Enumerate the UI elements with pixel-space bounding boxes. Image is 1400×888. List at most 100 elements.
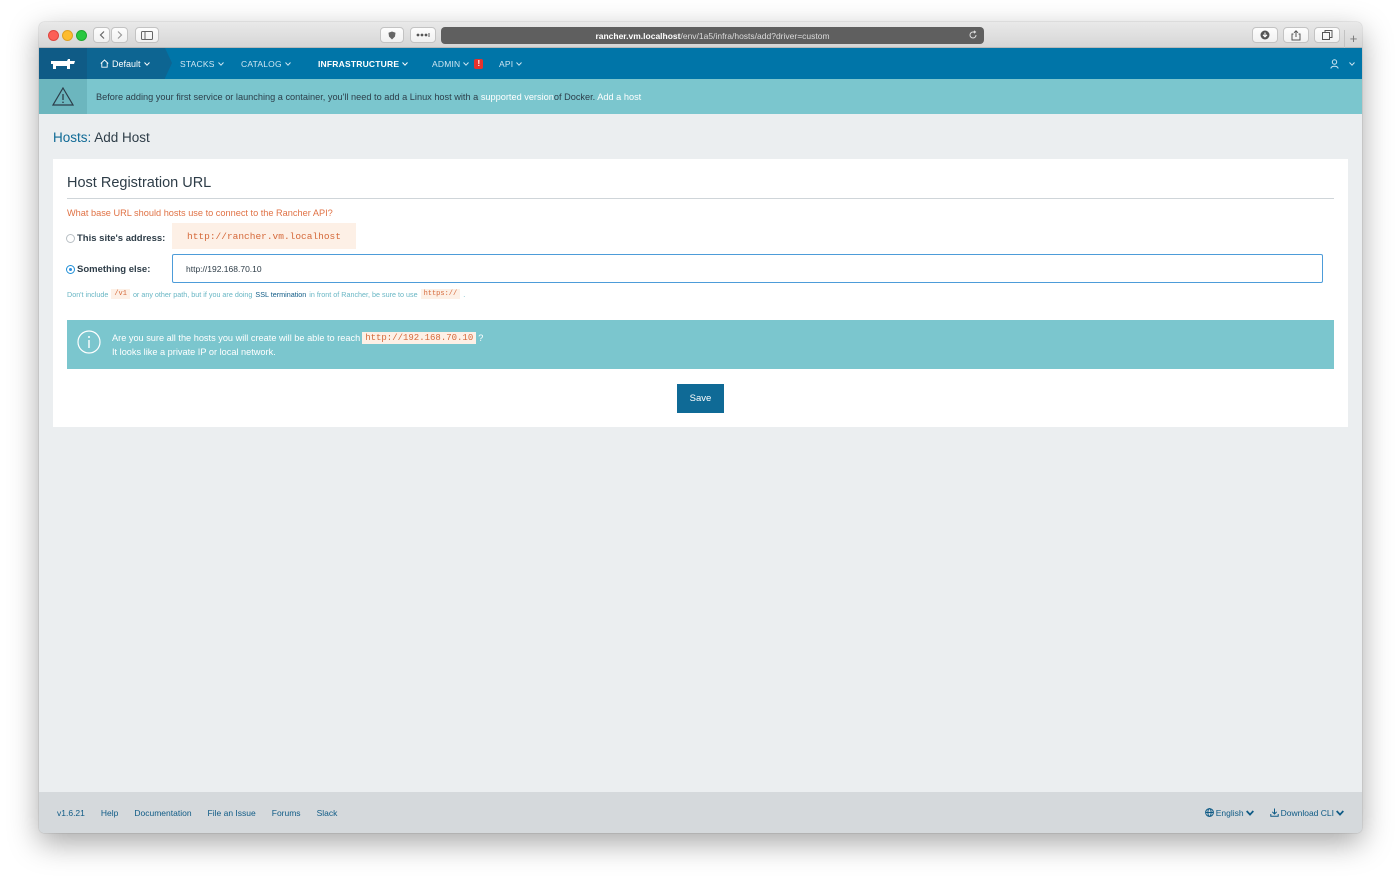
browser-window: rancher.vm.localhost/env/1a5/infra/hosts… (39, 22, 1362, 833)
something-else-option[interactable]: Something else: (66, 264, 150, 275)
site-address-value: http://rancher.vm.localhost (172, 223, 356, 249)
footer-links: v1.6.21 Help Documentation File an Issue… (57, 808, 337, 818)
info-icon (77, 330, 101, 354)
nav-api-label: API (499, 58, 514, 69)
chevron-down-icon (516, 61, 523, 66)
something-else-radio[interactable] (66, 265, 75, 274)
footer-link-help[interactable]: Help (101, 808, 118, 818)
help-code-https: https:// (420, 289, 461, 299)
chevron-down-icon (1336, 809, 1344, 816)
help-text-after: in front of Rancher, be sure to use (309, 289, 418, 299)
page-title-prefix[interactable]: Hosts: (53, 130, 91, 145)
extensions-button[interactable] (410, 27, 436, 43)
rancher-cow-icon (51, 58, 75, 69)
chevron-down-icon (1349, 61, 1355, 66)
site-address-radio[interactable] (66, 234, 75, 243)
private-ip-info-box: Are you sure all the hosts you will crea… (67, 320, 1334, 369)
download-icon (1260, 30, 1270, 40)
chevron-down-icon (463, 61, 470, 66)
address-bar[interactable]: rancher.vm.localhost/env/1a5/infra/hosts… (441, 27, 984, 44)
zoom-window-button[interactable] (76, 30, 87, 41)
help-text-end: . (463, 289, 466, 299)
close-window-button[interactable] (48, 30, 59, 41)
info-line-1: Are you sure all the hosts you will crea… (112, 332, 483, 344)
download-cli-label: Download CLI (1280, 807, 1334, 818)
chevron-down-icon (217, 61, 224, 66)
page-title: Hosts: Add Host (53, 130, 150, 145)
help-text-before: Don't include (67, 289, 109, 299)
url-help-text: Don't include /v1 or any other path, but… (67, 289, 465, 299)
nav-catalog-label: CATALOG (241, 58, 282, 69)
more-dots-icon (416, 33, 430, 37)
site-address-option[interactable]: This site's address: (66, 233, 165, 244)
nav-infrastructure[interactable]: INFRASTRUCTURE (318, 48, 409, 79)
chevron-left-icon (99, 31, 104, 39)
home-icon (100, 59, 109, 68)
nav-infrastructure-label: INFRASTRUCTURE (318, 58, 400, 69)
user-icon (1330, 58, 1339, 69)
nav-catalog[interactable]: CATALOG (241, 48, 291, 79)
no-host-warning-banner: Before adding your first service or laun… (39, 79, 1362, 114)
chevron-down-icon (1245, 809, 1254, 816)
forward-button[interactable] (111, 27, 128, 43)
downloads-button[interactable] (1252, 27, 1278, 43)
supported-version-link[interactable]: supported version (481, 92, 554, 102)
info-url-code: http://192.168.70.10 (362, 332, 477, 344)
footer-link-forums[interactable]: Forums (272, 808, 301, 818)
something-else-url-input[interactable] (172, 254, 1323, 283)
share-button[interactable] (1283, 27, 1309, 43)
save-button[interactable]: Save (677, 384, 724, 413)
nav-stacks-label: STACKS (180, 58, 215, 69)
something-else-label: Something else: (77, 264, 151, 275)
nav-stacks[interactable]: STACKS (180, 48, 224, 79)
url-host: rancher.vm.localhost (595, 30, 681, 41)
footer-link-slack[interactable]: Slack (317, 808, 338, 818)
user-menu[interactable] (1330, 48, 1355, 79)
reload-icon[interactable] (968, 30, 978, 40)
help-text-mid: or any other path, but if you are doing (132, 289, 253, 299)
language-label: English (1215, 807, 1244, 818)
url-path: /env/1a5/infra/hosts/add?driver=custom (680, 30, 830, 41)
sidebar-icon (141, 30, 153, 40)
version-label[interactable]: v1.6.21 (57, 808, 85, 818)
chevron-right-icon (117, 31, 122, 39)
card-divider (67, 198, 1334, 199)
admin-alert-badge: ! (474, 58, 484, 69)
environment-label: Default (112, 58, 141, 69)
add-host-link[interactable]: Add a host (597, 92, 641, 102)
help-code-v1: /v1 (111, 289, 130, 299)
card-title: Host Registration URL (67, 175, 212, 191)
footer: v1.6.21 Help Documentation File an Issue… (39, 792, 1362, 833)
chevron-down-icon (402, 61, 409, 66)
new-tab-button[interactable]: + (1344, 30, 1362, 48)
nav-api[interactable]: API (499, 48, 523, 79)
download-icon (1269, 808, 1279, 817)
minimize-window-button[interactable] (62, 30, 73, 41)
language-selector[interactable]: English (1204, 807, 1254, 818)
ssl-termination-link[interactable]: SSL termination (255, 290, 306, 299)
chevron-down-icon (284, 61, 291, 66)
base-url-question: What base URL should hosts use to connec… (67, 208, 333, 218)
environment-switcher[interactable]: Default (87, 48, 172, 79)
browser-toolbar: rancher.vm.localhost/env/1a5/infra/hosts… (39, 22, 1362, 48)
top-nav: Default STACKS CATALOG INFRASTRUCTURE AD… (39, 48, 1362, 79)
footer-link-documentation[interactable]: Documentation (134, 808, 191, 818)
footer-right: English Download CLI (1204, 807, 1344, 818)
info-line-2: It looks like a private IP or local netw… (112, 347, 276, 357)
info-text-before: Are you sure all the hosts you will crea… (112, 333, 361, 343)
sidebar-toggle-button[interactable] (135, 27, 159, 43)
host-registration-card: Host Registration URL What base URL shou… (53, 159, 1348, 427)
banner-text-after: of Docker. (553, 91, 596, 102)
site-address-label: This site's address: (77, 233, 166, 244)
warning-icon (52, 87, 74, 106)
shield-icon (388, 31, 396, 39)
back-button[interactable] (93, 27, 110, 43)
tabs-overview-button[interactable] (1314, 27, 1340, 43)
privacy-shield-button[interactable] (380, 27, 404, 43)
download-cli-menu[interactable]: Download CLI (1269, 807, 1344, 818)
rancher-logo[interactable] (39, 48, 87, 79)
footer-link-file-issue[interactable]: File an Issue (208, 808, 256, 818)
banner-message: Before adding your first service or laun… (96, 92, 641, 102)
nav-admin[interactable]: ADMIN ! (432, 48, 484, 79)
page-title-rest: Add Host (94, 130, 150, 145)
